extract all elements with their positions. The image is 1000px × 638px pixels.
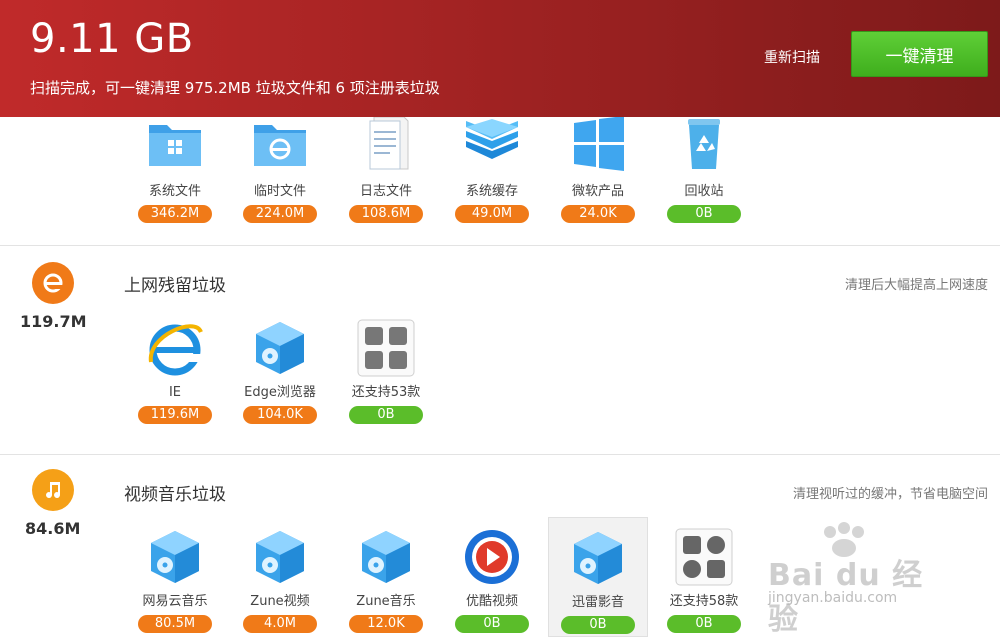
scan-summary: 扫描完成，可一键清理 975.2MB 垃圾文件和 6 项注册表垃圾 [30, 79, 440, 97]
web-junk-section: 119.7M 上网残留垃圾 清理后大幅提高上网速度 IE 119.6M Edge… [0, 246, 1000, 454]
cube-disc-icon [145, 527, 205, 587]
watermark-url: jingyan.baidu.com [768, 590, 898, 606]
folder-windows-icon [145, 117, 205, 177]
item-size-badge: 104.0K [243, 406, 317, 424]
item-label: 还支持53款 [351, 385, 421, 400]
baidu-jingyan-watermark: Bai du 经验 jingyan.baidu.com [760, 520, 950, 637]
ie-category-icon [32, 262, 74, 304]
item-label: 微软产品 [571, 184, 624, 199]
more-browsers-icon [356, 318, 416, 378]
item-label: Edge浏览器 [244, 385, 316, 400]
system-junk-section: 系统文件 346.2M 临时文件 224.0M 日志文件 108.6M 系统缓存… [0, 116, 1000, 245]
item-size-badge: 80.5M [138, 615, 212, 633]
item-label: 临时文件 [253, 184, 306, 199]
item-label: IE [168, 385, 182, 400]
item-zune-music[interactable]: Zune音乐 12.0K [341, 527, 431, 633]
one-click-clean-button[interactable]: 一键清理 [851, 31, 988, 77]
item-size-badge: 119.6M [138, 406, 212, 424]
item-size-badge: 4.0M [243, 615, 317, 633]
item-size-badge: 108.6M [349, 205, 423, 223]
item-temp-files[interactable]: 临时文件 224.0M [235, 117, 325, 223]
item-edge[interactable]: Edge浏览器 104.0K [235, 318, 325, 424]
item-size-badge: 0B [349, 406, 423, 424]
more-players-icon [674, 527, 734, 587]
notepad-icon [356, 116, 416, 177]
item-youku[interactable]: 优酷视频 0B [447, 527, 537, 633]
item-label: 优酷视频 [465, 594, 518, 609]
windows-logo-icon [568, 116, 628, 177]
item-recycle-bin[interactable]: 回收站 0B [659, 117, 749, 223]
item-ie[interactable]: IE 119.6M [130, 318, 220, 424]
rescan-link[interactable]: 重新扫描 [764, 47, 820, 67]
item-more-browsers[interactable]: 还支持53款 0B [341, 318, 431, 424]
item-size-badge: 0B [667, 205, 741, 223]
item-label: 日志文件 [359, 184, 412, 199]
cube-disc-icon [356, 527, 416, 587]
item-label: Zune视频 [250, 594, 310, 609]
scan-result-header: 9.11 GB 扫描完成，可一键清理 975.2MB 垃圾文件和 6 项注册表垃… [0, 0, 1000, 117]
recycle-bin-icon [674, 117, 734, 177]
item-size-badge: 0B [561, 616, 635, 634]
item-system-cache[interactable]: 系统缓存 49.0M [447, 117, 537, 223]
category-total-size: 119.7M [20, 312, 87, 331]
item-zune-video[interactable]: Zune视频 4.0M [235, 527, 325, 633]
item-size-badge: 12.0K [349, 615, 423, 633]
category-hint: 清理视听过的缓冲，节省电脑空间 [792, 487, 988, 502]
youku-icon [462, 527, 522, 587]
cube-disc-icon [250, 527, 310, 587]
item-label: 回收站 [684, 184, 724, 199]
item-system-files[interactable]: 系统文件 346.2M [130, 117, 220, 223]
layers-icon [462, 117, 522, 177]
item-label: Zune音乐 [356, 594, 416, 609]
item-log-files[interactable]: 日志文件 108.6M [341, 116, 431, 223]
folder-ie-icon [250, 117, 310, 177]
item-size-badge: 0B [667, 615, 741, 633]
music-category-icon [32, 469, 74, 511]
ie-icon [145, 318, 205, 378]
item-xunlei-player[interactable]: 迅雷影音 0B [548, 517, 648, 637]
item-label: 迅雷影音 [571, 595, 624, 610]
category-title: 上网残留垃圾 [124, 276, 226, 296]
item-netease-music[interactable]: 网易云音乐 80.5M [130, 527, 220, 633]
item-label: 网易云音乐 [142, 594, 208, 609]
item-size-badge: 49.0M [455, 205, 529, 223]
item-size-badge: 224.0M [243, 205, 317, 223]
item-label: 系统缓存 [465, 184, 518, 199]
item-size-badge: 346.2M [138, 205, 212, 223]
category-hint: 清理后大幅提高上网速度 [844, 278, 988, 293]
item-label: 还支持58款 [669, 594, 739, 609]
item-size-badge: 24.0K [561, 205, 635, 223]
category-total-size: 84.6M [25, 519, 81, 538]
item-label: 系统文件 [148, 184, 201, 199]
item-microsoft-products[interactable]: 微软产品 24.0K [553, 116, 643, 223]
category-title: 视频音乐垃圾 [124, 485, 226, 505]
total-junk-size: 9.11 GB [30, 16, 194, 62]
item-more-players[interactable]: 还支持58款 0B [659, 527, 749, 633]
cube-disc-icon [568, 528, 628, 588]
cube-disc-icon [250, 318, 310, 378]
item-size-badge: 0B [455, 615, 529, 633]
